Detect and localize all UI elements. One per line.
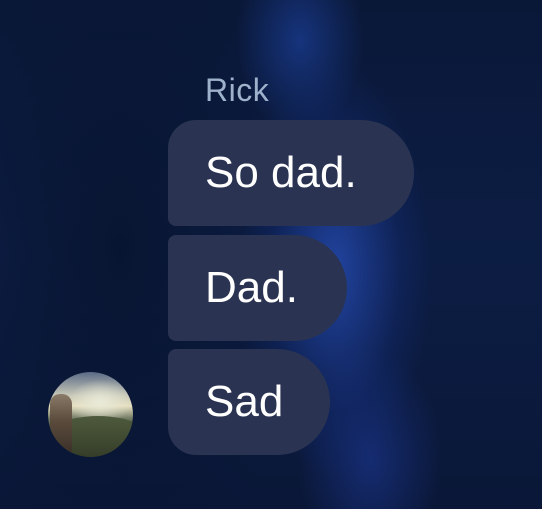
sender-avatar[interactable]	[48, 372, 133, 457]
message-text: So dad.	[205, 148, 357, 197]
message-bubble[interactable]: So dad.	[168, 120, 414, 226]
sender-name: Rick	[205, 72, 270, 108]
message-text: Sad	[205, 377, 284, 426]
message-bubble[interactable]: Sad	[168, 349, 330, 455]
message-text: Dad.	[205, 263, 298, 312]
message-bubble[interactable]: Dad.	[168, 235, 347, 341]
avatar-photo-person	[50, 394, 72, 454]
